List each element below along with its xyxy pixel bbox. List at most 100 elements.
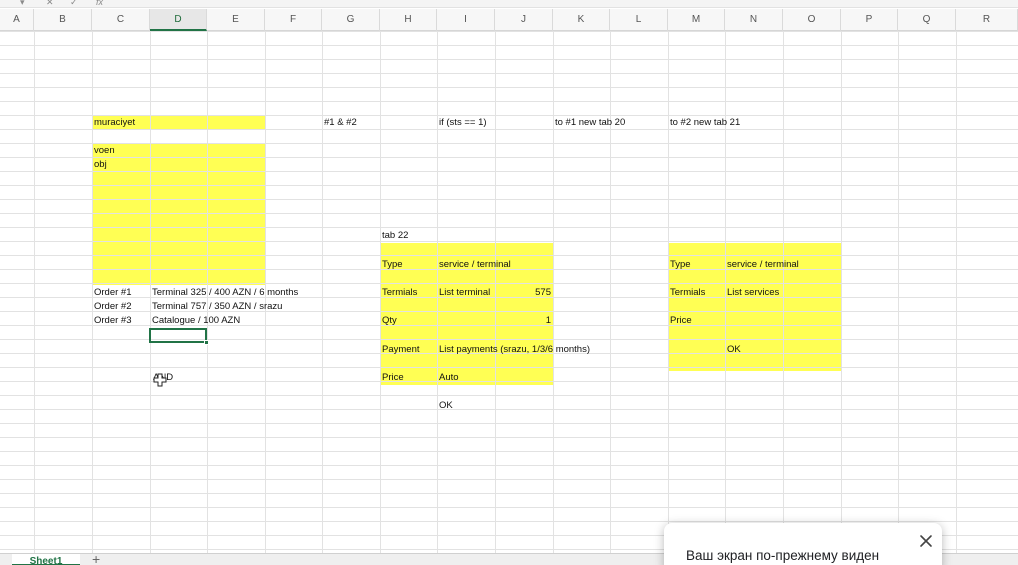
cell-i9[interactable]: if (sts == 1)	[439, 117, 487, 129]
grid-line	[380, 31, 381, 553]
cell-j21[interactable]: 575	[497, 287, 551, 299]
grid-line	[0, 395, 1018, 396]
cell-n25[interactable]: OK	[727, 344, 741, 356]
column-header-j[interactable]: J	[495, 9, 553, 31]
add-sheet-button[interactable]: +	[92, 551, 100, 565]
grid-line	[0, 157, 1018, 158]
grid-line	[322, 31, 323, 553]
column-header-c[interactable]: C	[92, 9, 150, 31]
cell-c12[interactable]: obj	[94, 159, 107, 171]
cell-d21[interactable]: Terminal 325 / 400 AZN / 6 months	[152, 287, 298, 299]
grid-line	[898, 31, 899, 553]
column-header-o[interactable]: O	[783, 9, 841, 31]
formula-bar: ▾ ✕ ✓ fx	[0, 0, 1018, 8]
cell-c22[interactable]: Order #2	[94, 301, 132, 313]
grid-line	[0, 465, 1018, 466]
grid-line	[0, 241, 1018, 242]
cell-i27[interactable]: Auto	[439, 372, 459, 384]
fx-label[interactable]: fx	[96, 0, 103, 8]
spreadsheet-grid[interactable]: muraciyet #1 & #2 if (sts == 1) to #1 ne…	[0, 31, 1018, 553]
grid-line	[0, 129, 1018, 130]
crosshair-cursor-icon	[153, 373, 167, 387]
grid-line	[0, 423, 1018, 424]
column-header-f[interactable]: F	[265, 9, 322, 31]
cell-n19[interactable]: service / terminal	[727, 259, 799, 271]
grid-line	[0, 367, 1018, 368]
grid-line	[0, 31, 1018, 32]
cell-h21[interactable]: Termials	[382, 287, 417, 299]
sheet-tab-sheet1[interactable]: Sheet1	[12, 554, 80, 565]
column-header-n[interactable]: N	[725, 9, 783, 31]
column-header-g[interactable]: G	[322, 9, 380, 31]
grid-line	[150, 31, 151, 553]
chevron-down-icon[interactable]: ▾	[20, 0, 25, 8]
cell-d22[interactable]: Terminal 757 / 350 AZN / srazu	[152, 301, 282, 313]
column-header-k[interactable]: K	[553, 9, 610, 31]
grid-line	[0, 59, 1018, 60]
grid-line	[0, 171, 1018, 172]
cell-m21[interactable]: Termials	[670, 287, 705, 299]
cell-i29[interactable]: OK	[439, 400, 453, 412]
cell-i21[interactable]: List terminal	[439, 287, 490, 299]
cell-j23[interactable]: 1	[497, 315, 551, 327]
grid-line	[783, 31, 784, 553]
column-header-e[interactable]: E	[207, 9, 265, 31]
close-icon[interactable]: ✕	[46, 0, 54, 8]
grid-line	[725, 31, 726, 553]
grid-line	[0, 143, 1018, 144]
cell-c9[interactable]: muraciyet	[94, 117, 135, 129]
grid-line	[0, 479, 1018, 480]
grid-line	[0, 185, 1018, 186]
column-header-p[interactable]: P	[841, 9, 898, 31]
column-header-q[interactable]: Q	[898, 9, 956, 31]
grid-line	[92, 31, 93, 553]
cell-h27[interactable]: Price	[382, 372, 404, 384]
cell-h23[interactable]: Qty	[382, 315, 397, 327]
cell-i19[interactable]: service / terminal	[439, 259, 511, 271]
column-header-b[interactable]: B	[34, 9, 92, 31]
cell-h19[interactable]: Type	[382, 259, 403, 271]
cell-g9[interactable]: #1 & #2	[324, 117, 357, 129]
grid-line	[0, 493, 1018, 494]
grid-line	[668, 31, 669, 553]
column-header-a[interactable]: A	[0, 9, 34, 31]
grid-line	[0, 521, 1018, 522]
cell-n21[interactable]: List services	[727, 287, 779, 299]
cell-d23[interactable]: Catalogue / 100 AZN	[152, 315, 240, 327]
column-header-i[interactable]: I	[437, 9, 495, 31]
grid-line	[0, 73, 1018, 74]
grid-line	[0, 437, 1018, 438]
notification-message: Ваш экран по-прежнему виден	[686, 548, 880, 563]
grid-line	[0, 45, 1018, 46]
column-header-l[interactable]: L	[610, 9, 668, 31]
column-header-d[interactable]: D	[150, 9, 207, 31]
grid-line	[34, 31, 35, 553]
grid-line	[0, 199, 1018, 200]
cell-m23[interactable]: Price	[670, 315, 692, 327]
cell-c11[interactable]: voen	[94, 145, 115, 157]
column-header-h[interactable]: H	[380, 9, 437, 31]
cell-m9[interactable]: to #2 new tab 21	[670, 117, 740, 129]
check-icon[interactable]: ✓	[70, 0, 78, 8]
grid-line	[0, 101, 1018, 102]
grid-line	[0, 87, 1018, 88]
grid-line	[0, 451, 1018, 452]
cell-k9[interactable]: to #1 new tab 20	[555, 117, 625, 129]
cell-i25[interactable]: List payments (srazu, 1/3/6 months)	[439, 344, 590, 356]
close-icon[interactable]	[918, 533, 934, 549]
cell-h17[interactable]: tab 22	[382, 230, 408, 242]
cell-c23[interactable]: Order #3	[94, 315, 132, 327]
grid-line	[437, 31, 438, 553]
grid-line	[0, 507, 1018, 508]
grid-line	[553, 31, 554, 553]
active-cell-selection[interactable]	[149, 328, 209, 345]
column-header-r[interactable]: R	[956, 9, 1018, 31]
cell-h25[interactable]: Payment	[382, 344, 420, 356]
fill-handle[interactable]	[204, 340, 209, 345]
column-header-m[interactable]: M	[668, 9, 725, 31]
grid-line	[0, 115, 1018, 116]
grid-line	[0, 227, 1018, 228]
cell-m19[interactable]: Type	[670, 259, 691, 271]
cell-c21[interactable]: Order #1	[94, 287, 132, 299]
highlight-voen-block	[92, 143, 265, 285]
